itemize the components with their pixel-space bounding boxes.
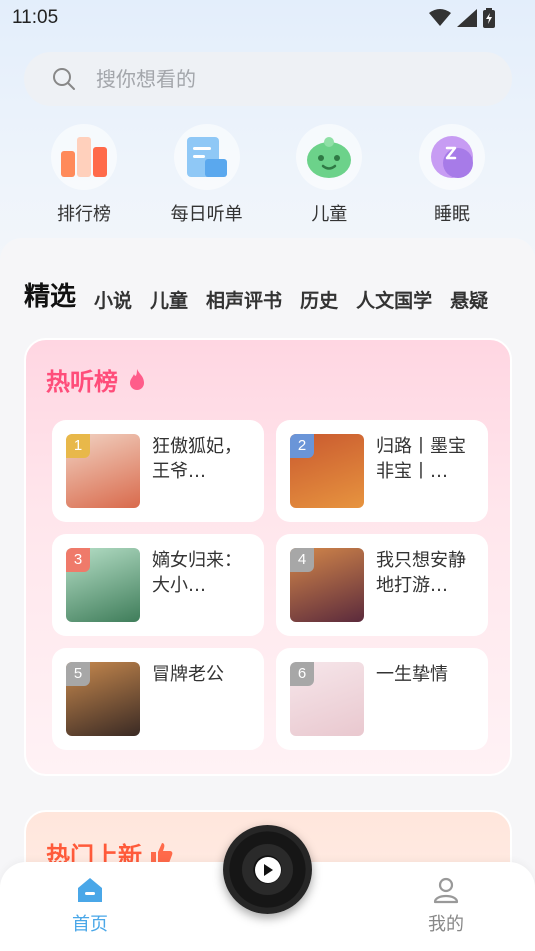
hot-list-grid: 1 狂傲狐妃，王爷… 2 归路丨墨宝非宝丨… 3 嫡女归来：大小… 4 我只想安静地打游… 5 冒… [52,420,488,750]
player-disc-button[interactable] [223,825,312,914]
nav-mine-label: 我的 [428,914,464,935]
book-cover: 6 [290,662,364,736]
play-icon [254,856,281,883]
battery-icon [483,8,495,28]
book-title: 嫡女归来：大小… [152,550,242,596]
rank-badge: 5 [66,662,90,686]
daily-list-icon [173,124,240,190]
book-cover: 2 [290,434,364,508]
book-cover: 4 [290,548,364,622]
wifi-icon [429,9,451,26]
nav-home-label: 首页 [72,914,108,935]
tab-crosstalk[interactable]: 相声评书 [206,286,282,313]
book-cover: 5 [66,662,140,736]
tab-history[interactable]: 历史 [300,286,338,313]
hot-list-panel: 热听榜 1 狂傲狐妃，王爷… 2 归路丨墨宝非宝丨… 3 嫡女归来：大小… 4 我只想安静地打… [24,338,512,776]
book-title: 狂傲狐妃，王爷… [152,436,242,482]
tab-novel[interactable]: 小说 [94,286,132,313]
quick-item-ranking[interactable]: 排行榜 [24,124,144,226]
hot-list-item[interactable]: 4 我只想安静地打游… [276,534,488,636]
category-tabs: 精选 小说 儿童 相声评书 历史 人文国学 悬疑 [24,276,506,313]
quick-label: 儿童 [311,204,348,225]
quick-label: 睡眠 [433,204,470,225]
hot-list-item[interactable]: 6 一生挚情 [276,648,488,750]
quick-label: 排行榜 [57,204,111,225]
rank-badge: 3 [66,548,90,572]
home-icon [78,878,102,902]
hot-list-item[interactable]: 2 归路丨墨宝非宝丨… [276,420,488,522]
ranking-icon [51,124,117,190]
book-title: 冒牌老公 [152,664,224,685]
hot-list-item[interactable]: 5 冒牌老公 [52,648,264,750]
status-icons [429,8,495,28]
hot-list-title[interactable]: 热听榜 [46,362,150,397]
signal-icon [457,9,477,27]
book-title: 一生挚情 [376,664,448,685]
book-cover: 3 [66,548,140,622]
sleep-icon [418,124,485,190]
quick-entry-row: 排行榜 每日听单 儿童 睡眠 [24,124,512,226]
book-title: 归路丨墨宝非宝丨… [376,436,466,482]
flame-icon [130,368,144,390]
search-icon [53,68,75,90]
children-icon [296,124,363,190]
book-title: 我只想安静地打游… [376,550,466,596]
tab-culture[interactable]: 人文国学 [356,286,432,313]
status-bar: 11:05 [0,0,535,36]
rank-badge: 1 [66,434,90,458]
tab-children[interactable]: 儿童 [150,286,188,313]
nav-home[interactable]: 首页 [60,876,120,936]
tab-suspense[interactable]: 悬疑 [450,286,488,313]
rank-badge: 6 [290,662,314,686]
hot-list-title-text: 热听榜 [46,368,118,396]
book-cover: 1 [66,434,140,508]
search-bar[interactable] [24,52,512,106]
nav-mine[interactable]: 我的 [416,876,476,936]
rank-badge: 4 [290,548,314,572]
hot-list-item[interactable]: 3 嫡女归来：大小… [52,534,264,636]
profile-icon [433,877,459,904]
quick-item-daily[interactable]: 每日听单 [147,124,267,226]
quick-item-sleep[interactable]: 睡眠 [392,124,512,226]
rank-badge: 2 [290,434,314,458]
hot-list-item[interactable]: 1 狂傲狐妃，王爷… [52,420,264,522]
search-input[interactable] [96,67,476,91]
quick-item-children[interactable]: 儿童 [269,124,389,226]
status-time: 11:05 [12,7,59,28]
tab-featured[interactable]: 精选 [24,276,76,313]
quick-label: 每日听单 [170,204,243,225]
